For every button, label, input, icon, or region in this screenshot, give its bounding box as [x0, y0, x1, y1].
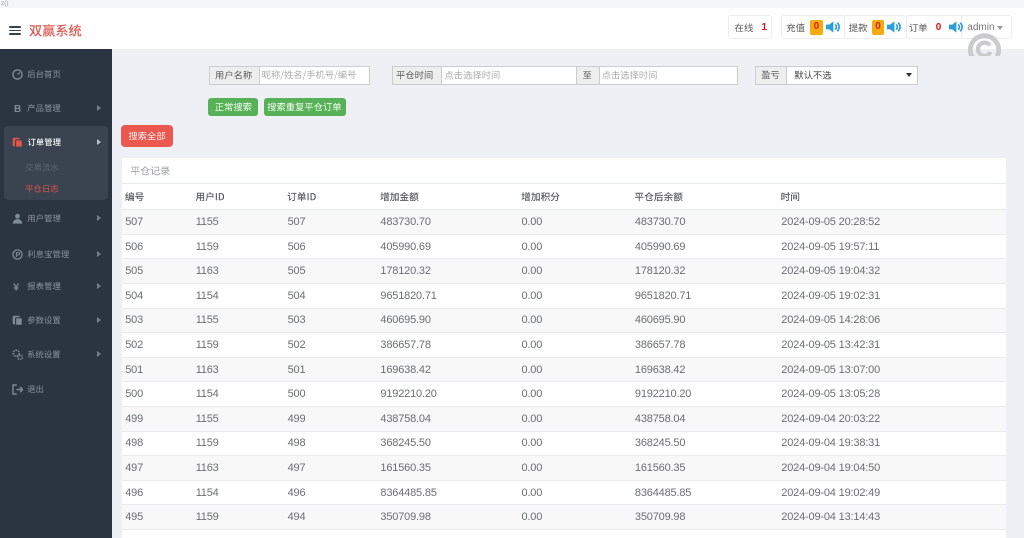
svg-text:B: B — [14, 104, 21, 114]
svg-text:P: P — [15, 250, 20, 259]
svg-text:¥: ¥ — [13, 281, 19, 292]
